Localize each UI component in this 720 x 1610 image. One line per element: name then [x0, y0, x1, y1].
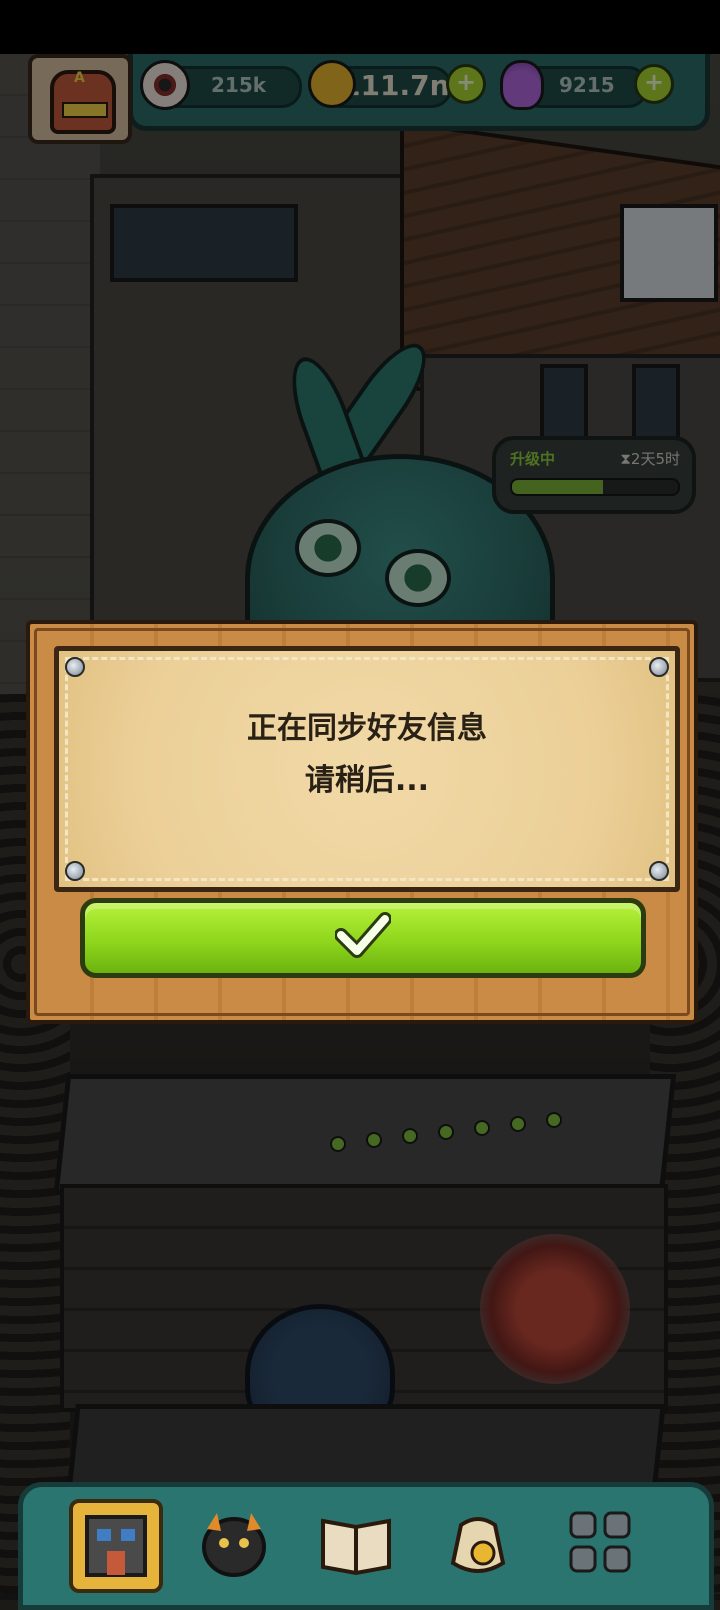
dialog-wood-board: 正在同步好友信息 请稍后... — [26, 620, 698, 1024]
bottom-navigation — [18, 1482, 714, 1610]
book-icon — [321, 1518, 391, 1576]
nav-building-button[interactable] — [69, 1499, 163, 1593]
checkmark-icon — [335, 912, 391, 958]
coin-bag-icon — [450, 1517, 506, 1573]
confirm-button[interactable] — [80, 898, 646, 978]
status-bar — [0, 0, 720, 54]
rivet-icon — [649, 861, 669, 881]
nav-menu-button[interactable] — [557, 1499, 643, 1585]
nav-book-button[interactable] — [313, 1499, 399, 1585]
rivet-icon — [65, 657, 85, 677]
dialog-message-line1: 正在同步好友信息 — [247, 711, 487, 746]
sync-dialog: 正在同步好友信息 请稍后... — [26, 620, 698, 1024]
dialog-message-line2: 请稍后... — [304, 763, 430, 798]
building-icon — [85, 1515, 147, 1577]
monster-icon — [202, 1513, 266, 1577]
dialog-paper: 正在同步好友信息 请稍后... — [54, 646, 680, 892]
nav-shop-button[interactable] — [435, 1499, 521, 1585]
nav-monster-button[interactable] — [191, 1499, 277, 1585]
rivet-icon — [649, 657, 669, 677]
grid-icon — [569, 1511, 631, 1573]
rivet-icon — [65, 861, 85, 881]
